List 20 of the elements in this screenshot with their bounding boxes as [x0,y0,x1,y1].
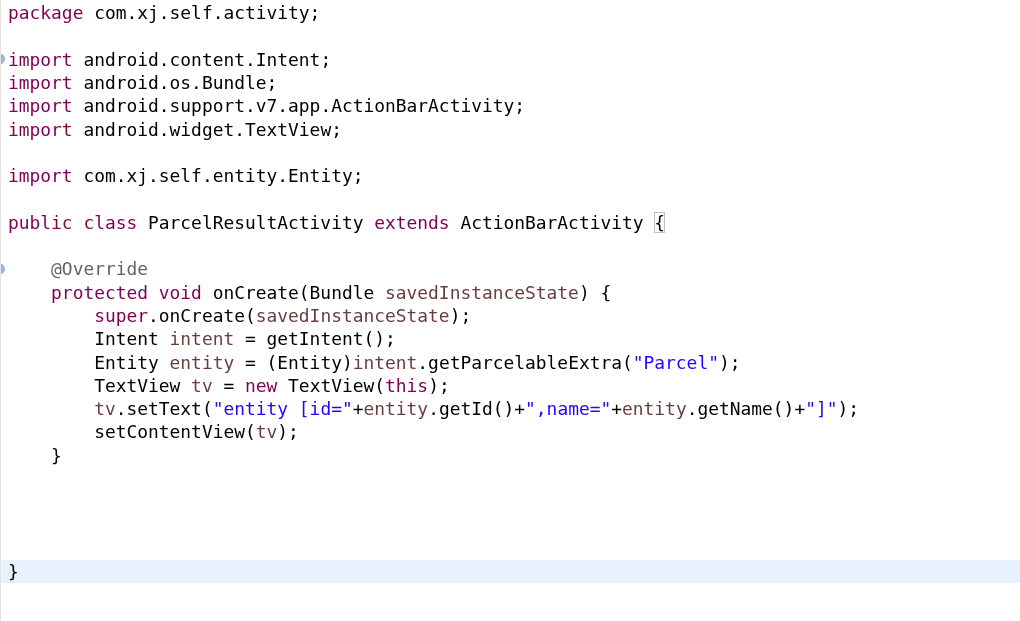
code-line: public class ParcelResultActivity extends ActionBarActivity { [8,210,666,234]
code-line: } [8,560,19,584]
code-editor[interactable] [0,0,1020,621]
code-line: @Override [50,257,149,281]
code-line: tv.setText("entity [id="+entity.getId()+",name="+entity.getName()+"]"); [93,397,860,421]
code-line: import android.os.Bundle; [8,71,278,95]
code-line: import android.widget.TextView; [8,117,342,141]
code-line: package com.xj.self.activity; [8,1,321,25]
code-line: } [50,443,62,467]
fold-marker-icon[interactable] [1,54,5,65]
code-line: import android.support.v7.app.ActionBarActivity; [8,94,526,118]
code-line: Intent intent = getIntent(); [93,327,396,351]
code-line: Entity entity = (Entity)intent.getParcelableExtra("Parcel"); [93,350,741,374]
code-line: TextView tv = new TextView(this); [93,373,450,397]
code-line: import android.content.Intent; [8,47,332,71]
code-line: import com.xj.self.entity.Entity; [8,164,364,188]
fold-marker-icon[interactable] [1,263,5,274]
code-line: protected void onCreate(Bundle savedInstanceState) { [50,280,612,304]
code-line: setContentView(tv); [93,420,299,444]
code-line: super.onCreate(savedInstanceState); [93,304,472,327]
